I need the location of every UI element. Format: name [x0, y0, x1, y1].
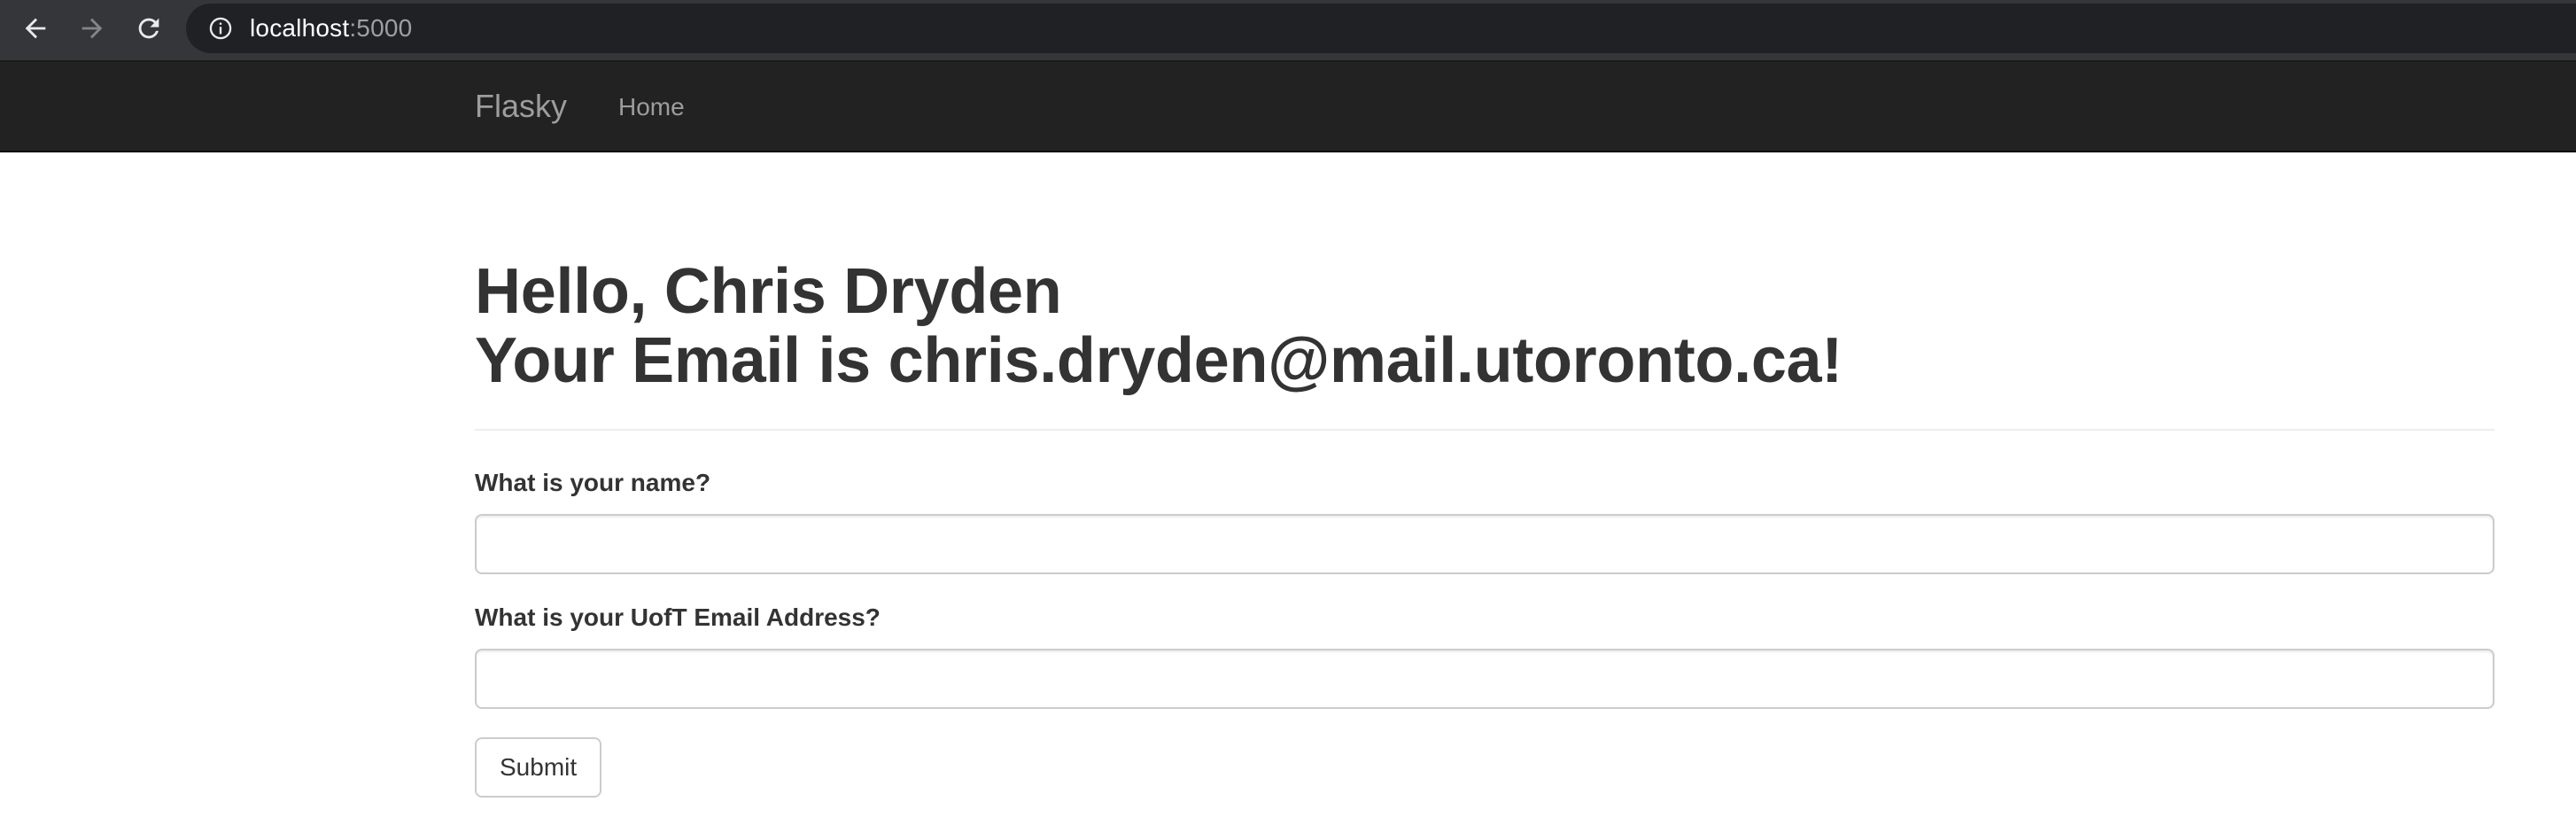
arrow-left-icon: [25, 18, 46, 39]
browser-toolbar: localhost:5000: [0, 0, 2576, 60]
back-button[interactable]: [12, 5, 58, 51]
navbar: Flasky Home: [0, 62, 2576, 152]
email-text: Your Email is chris.dryden@mail.utoronto…: [475, 325, 1843, 396]
name-input[interactable]: [475, 514, 2495, 574]
address-bar[interactable]: localhost:5000: [186, 4, 2576, 53]
url-host: localhost: [250, 14, 350, 42]
page-header: Hello, Chris Dryden Your Email is chris.…: [475, 257, 2495, 431]
name-form-group: What is your name?: [475, 468, 2495, 574]
email-label: What is your UofT Email Address?: [475, 603, 881, 631]
greeting-text: Hello, Chris Dryden: [475, 256, 1062, 327]
url-text[interactable]: localhost:5000: [250, 14, 412, 43]
main-content: Hello, Chris Dryden Your Email is chris.…: [475, 152, 2495, 798]
email-form-group: What is your UofT Email Address?: [475, 603, 2495, 709]
name-label: What is your name?: [475, 469, 711, 496]
email-input[interactable]: [475, 649, 2495, 709]
arrow-right-icon: [81, 18, 103, 39]
submit-button[interactable]: Submit: [475, 737, 602, 798]
url-port: :5000: [349, 14, 413, 42]
reload-button[interactable]: [126, 5, 172, 51]
nav-link-home[interactable]: Home: [618, 92, 685, 122]
info-icon[interactable]: [207, 15, 234, 42]
page-title: Hello, Chris Dryden Your Email is chris.…: [475, 257, 2495, 395]
navbar-brand[interactable]: Flasky: [475, 87, 567, 126]
forward-button[interactable]: [69, 5, 115, 51]
reload-icon: [138, 18, 159, 39]
user-form: What is your name? What is your UofT Ema…: [475, 468, 2495, 798]
